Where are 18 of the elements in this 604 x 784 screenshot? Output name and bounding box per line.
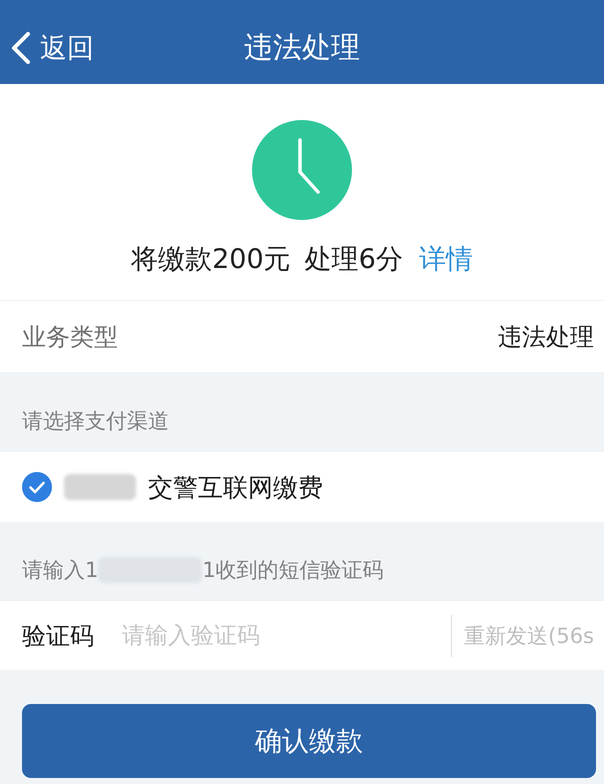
- sms-prompt-text: 请输入1: [22, 557, 98, 584]
- fine-amount-text: 将缴款200元: [131, 243, 291, 277]
- business-type-label: 业务类型: [22, 322, 118, 352]
- code-label: 验证码: [22, 620, 94, 652]
- channel-name: 交警互联网缴费: [148, 472, 323, 504]
- penalty-points-text: 处理6分: [304, 243, 403, 277]
- check-icon[interactable]: [22, 472, 52, 502]
- confirm-payment-button[interactable]: 确认缴款: [22, 704, 596, 778]
- chevron-left-icon: [10, 31, 31, 65]
- page-title: 违法处理: [244, 29, 360, 66]
- payment-channel-option[interactable]: 交警互联网缴费: [0, 452, 604, 522]
- business-type-value: 违法处理: [498, 322, 594, 352]
- clock-icon: [252, 120, 352, 220]
- sms-prompt-text: 1收到的短信验证码: [202, 557, 384, 584]
- code-input-field[interactable]: 请输入验证码: [122, 618, 412, 652]
- section-heading: 请选择支付渠道: [22, 408, 169, 435]
- back-button[interactable]: 返回: [0, 30, 94, 66]
- details-link[interactable]: 详情: [418, 241, 473, 277]
